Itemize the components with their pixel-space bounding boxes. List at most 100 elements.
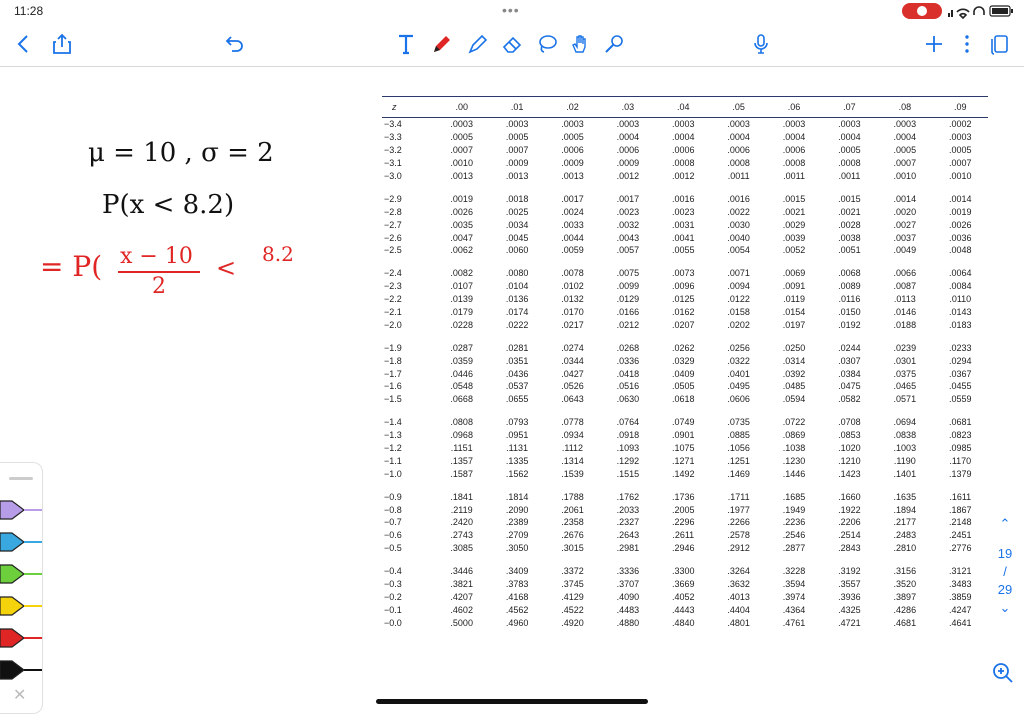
probability-cell: .0047 xyxy=(450,232,473,243)
probability-cell: .3409 xyxy=(505,566,529,577)
more-icon[interactable] xyxy=(953,30,981,58)
probability-cell: .1379 xyxy=(948,468,972,479)
table-row: −1.6 .0548 .0537 .0526 .0516 .0505 .0495 .0485.… xyxy=(382,380,988,393)
share-icon[interactable] xyxy=(48,30,76,58)
probability-cell: .2514 xyxy=(838,530,861,541)
probability-cell: .0119 xyxy=(783,294,805,305)
highlighter-icon[interactable] xyxy=(463,30,491,58)
probability-cell: .0059 xyxy=(561,245,584,256)
yellow-pen-icon[interactable] xyxy=(0,595,42,617)
probability-cell: .4207 xyxy=(450,591,473,602)
home-indicator[interactable] xyxy=(376,699,648,704)
eraser-icon[interactable] xyxy=(498,30,526,58)
probability-cell: .1736 xyxy=(671,491,695,502)
probability-cell: .0951 xyxy=(505,430,529,441)
probability-cell: .0019 xyxy=(450,193,473,204)
probability-cell: .2709 xyxy=(505,530,529,541)
probability-cell: .1949 xyxy=(782,504,806,515)
z-value-cell: −2.6 xyxy=(384,232,402,243)
probability-cell: .0655 xyxy=(505,394,529,405)
chevron-down-icon[interactable]: ⌄ xyxy=(992,600,1018,618)
probability-cell: .0150 xyxy=(838,307,861,318)
probability-cell: .3821 xyxy=(450,579,473,590)
probability-cell: .2236 xyxy=(782,517,806,528)
probability-cell: .3372 xyxy=(561,566,584,577)
probability-cell: .0069 xyxy=(782,268,806,279)
probability-cell: .0367 xyxy=(948,368,972,379)
probability-cell: .2420 xyxy=(450,517,473,528)
green-pen-icon[interactable] xyxy=(0,563,42,585)
probability-cell: .4129 xyxy=(561,591,584,602)
lasso-icon[interactable] xyxy=(533,30,561,58)
column-header: .09 xyxy=(932,96,988,118)
probability-cell: .0031 xyxy=(671,219,695,230)
probability-cell: .0007 xyxy=(893,158,917,169)
column-header: .06 xyxy=(766,96,822,118)
pages-icon[interactable] xyxy=(986,30,1014,58)
column-header: .04 xyxy=(655,96,711,118)
back-icon[interactable] xyxy=(10,30,38,58)
probability-cell: .2005 xyxy=(671,504,695,515)
z-value-cell: −0.7 xyxy=(384,517,402,528)
probability-cell: .0228 xyxy=(450,319,473,330)
red-pen-icon[interactable] xyxy=(0,627,42,649)
probability-cell: .0129 xyxy=(616,294,640,305)
probability-cell: .0036 xyxy=(948,232,972,243)
black-pen-icon[interactable] xyxy=(0,659,42,681)
probability-cell: .0102 xyxy=(561,281,584,292)
table-row: −1.8 .0359 .0351 .0344 .0336 .0329 .0322 .0314.… xyxy=(382,354,988,367)
tray-grip-icon[interactable] xyxy=(9,477,33,480)
table-row: −1.5 .0668 .0655 .0643 .0630 .0618 .0606 .0594.… xyxy=(382,393,988,406)
probability-cell: .4960 xyxy=(505,617,529,628)
probability-cell: .0010 xyxy=(893,171,917,181)
probability-cell: .0735 xyxy=(727,417,750,428)
pen-tool-icon[interactable] xyxy=(428,30,456,58)
probability-cell: .1423 xyxy=(838,468,861,479)
undo-icon[interactable] xyxy=(220,30,248,58)
laser-icon[interactable] xyxy=(600,30,628,58)
probability-cell: .0018 xyxy=(505,193,529,204)
screen-record-icon[interactable] xyxy=(902,3,942,19)
probability-cell: .3015 xyxy=(561,543,584,554)
probability-cell: .0004 xyxy=(838,132,861,143)
hand-icon[interactable] xyxy=(566,30,594,58)
group-spacer xyxy=(382,555,988,565)
probability-cell: .0012 xyxy=(616,171,640,181)
probability-cell: .2676 xyxy=(561,530,584,541)
table-row: −1.4 .0808 .0793 .0778 .0764 .0749 .0735 .0722.… xyxy=(382,416,988,429)
probability-cell: .0985 xyxy=(948,443,972,454)
probability-cell: .1292 xyxy=(616,455,640,466)
z-value-cell: −3.1 xyxy=(384,158,402,169)
probability-cell: .0233 xyxy=(948,342,972,353)
probability-cell: .0004 xyxy=(893,132,917,143)
multitasking-dots-icon[interactable]: ••• xyxy=(502,2,520,18)
probability-cell: .0571 xyxy=(893,394,917,405)
probability-cell: .0401 xyxy=(727,368,750,379)
probability-cell: .0222 xyxy=(505,319,529,330)
probability-cell: .1867 xyxy=(948,504,972,515)
close-icon[interactable]: ✕ xyxy=(13,685,26,705)
probability-cell: .0023 xyxy=(616,206,640,217)
text-tool-icon[interactable] xyxy=(392,30,420,58)
probability-cell: .0013 xyxy=(450,171,473,181)
probability-cell: .0027 xyxy=(893,219,917,230)
probability-cell: .1271 xyxy=(671,455,695,466)
probability-cell: .1151 xyxy=(450,443,473,454)
purple-pen-icon[interactable] xyxy=(0,499,42,521)
probability-cell: .0485 xyxy=(782,381,806,392)
blue-pen-icon[interactable] xyxy=(0,531,42,553)
zoom-icon[interactable] xyxy=(990,660,1016,686)
probability-cell: .0004 xyxy=(782,132,806,143)
add-page-icon[interactable] xyxy=(920,30,948,58)
probability-cell: .4325 xyxy=(838,604,861,615)
probability-cell: .3974 xyxy=(782,591,806,602)
probability-cell: .0017 xyxy=(616,193,640,204)
z-value-cell: −2.9 xyxy=(384,193,402,204)
table-row: −2.0 .0228 .0222 .0217 .0212 .0207 .0202 .0197.… xyxy=(382,318,988,331)
probability-cell: .0968 xyxy=(450,430,473,441)
microphone-icon[interactable] xyxy=(747,30,775,58)
z-value-cell: −0.0 xyxy=(384,617,402,628)
chevron-up-icon[interactable]: ⌃ xyxy=(992,516,1018,534)
probability-cell: .0064 xyxy=(948,268,972,279)
probability-cell: .4602 xyxy=(450,604,473,615)
